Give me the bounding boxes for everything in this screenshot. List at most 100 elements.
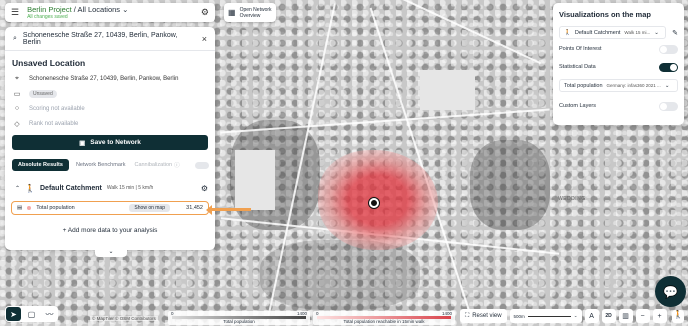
breadcrumb-project[interactable]: Berlin Project (27, 5, 72, 14)
show-on-map-button[interactable]: Show on map (129, 204, 170, 212)
rank-row: ◇ Rank not available (5, 116, 215, 131)
map-density-area (470, 140, 550, 230)
score-icon: ○ (14, 105, 20, 112)
search-bar: ⌕ Schonenesche Straße 27, 10439, Berlin,… (5, 27, 215, 51)
rank-text: Rank not available (29, 120, 79, 127)
breadcrumb-location[interactable]: All Locations (78, 5, 121, 14)
chevron-down-icon: ⌄ (664, 82, 670, 89)
tab-network-benchmark[interactable]: Network Benchmark (73, 159, 129, 171)
catchment-select-value: Default Catchment (574, 29, 621, 36)
statistic-select[interactable]: Total population Germany: infas360 2021 … (559, 79, 678, 92)
chevron-down-icon[interactable]: ⌄ (574, 313, 578, 319)
statistic-select-detail: Germany: infas360 2021 ... (606, 83, 661, 88)
catchment-select-detail: Walk 15 mi... (624, 30, 651, 35)
legend-total-population: 0 1400 Total population (168, 311, 310, 325)
catchment-gear-icon[interactable]: ⚙ (201, 184, 208, 193)
scoring-row: ○ Scoring not available (5, 101, 215, 116)
legend-label: Total population (223, 319, 255, 324)
population-label: Total population (36, 205, 75, 211)
tab-cannibalization[interactable]: Cannibalization ⓘ (132, 158, 181, 172)
address-text: Schonenesche Straße 27, 10439, Berlin, P… (29, 75, 179, 82)
statistic-select-value: Total population (564, 82, 603, 89)
custom-layers-toggle[interactable] (659, 101, 678, 111)
hamburger-icon[interactable]: ☰ (11, 7, 19, 18)
pin-icon: ⌖ (15, 74, 19, 82)
legend-min: 0 (171, 311, 174, 316)
grid-icon: ▦ (228, 7, 236, 17)
map-icon[interactable]: ▥ (618, 309, 633, 323)
location-title: Unsaved Location (12, 58, 86, 68)
location-marker[interactable] (369, 198, 379, 208)
zoom-out-button[interactable]: − (635, 309, 650, 323)
map-tools: ➤ ▢ 〰 (5, 306, 58, 322)
map-density-area (260, 240, 420, 310)
results-tabs: Absolute Results Network Benchmark Canni… (12, 158, 215, 172)
zoom-in-button[interactable]: + (652, 309, 667, 323)
search-icon: ⌕ (13, 34, 17, 42)
scale-line (527, 315, 571, 317)
add-data-button[interactable]: + Add more data to your analysis (5, 227, 215, 234)
poi-row: Points Of Interest (559, 41, 678, 57)
walk-icon: 🚶 (564, 29, 571, 36)
callout-arrow (209, 208, 251, 211)
rectangle-tool-icon[interactable]: ▢ (24, 307, 39, 321)
rank-icon: ◇ (14, 120, 20, 128)
close-icon[interactable]: × (202, 34, 207, 44)
save-label: Save to Network (90, 139, 141, 146)
table-icon: ▤ (17, 205, 23, 211)
population-row: ▤ Total population Show on map 31,452 (11, 201, 209, 215)
scoring-text: Scoring not available (29, 105, 85, 112)
pointer-tool-icon[interactable]: ➤ (6, 307, 21, 321)
save-icon: ▣ (79, 139, 86, 147)
legend-max: 1400 (441, 311, 452, 316)
park-area (235, 150, 275, 210)
status-row: ▭ Unsaved (5, 86, 215, 101)
tab-absolute-results[interactable]: Absolute Results (12, 159, 69, 171)
overview-line2: Overview (239, 12, 261, 19)
chart-tool-icon[interactable]: 〰 (42, 307, 57, 321)
save-to-network-button[interactable]: ▣ Save to Network (12, 135, 208, 150)
custom-layers-label: Custom Layers (559, 103, 596, 109)
save-status: All changes saved (27, 14, 68, 20)
location-panel: ⌕ Schonenesche Straße 27, 10439, Berlin,… (5, 27, 215, 250)
reset-label: Reset view (472, 313, 502, 319)
reset-view-button[interactable]: ⛶ Reset view (460, 309, 507, 323)
chevron-down-icon[interactable]: ⌄ (122, 5, 128, 14)
map-attribution: © MapTiler © OSM Contributors (90, 316, 158, 321)
walk-icon: 🚶 (25, 183, 35, 193)
statistical-data-toggle[interactable] (659, 62, 678, 72)
visualizations-title: Visualizations on the map (559, 10, 651, 19)
map-controls: ⛶ Reset view 500m ⌄ A 2D ▥ − + (460, 308, 688, 324)
pencil-icon[interactable]: ✎ (672, 29, 678, 37)
legend-min: 0 (316, 311, 319, 316)
project-breadcrumb[interactable]: Berlin Project / All Locations ⌄ (27, 5, 128, 14)
map-label-district: WEDDING (558, 196, 586, 202)
tab-cannibalization-label: Cannibalization (134, 162, 173, 168)
custom-layers-row: Custom Layers (559, 98, 678, 114)
chevron-down-icon: ⌄ (654, 29, 659, 36)
catchment-select[interactable]: 🚶 Default Catchment Walk 15 mi... ⌄ (559, 26, 667, 39)
population-value: 31,452 (186, 205, 203, 211)
search-input[interactable]: Schonenesche Straße 27, 10439, Berlin, P… (23, 32, 196, 46)
legend-max: 1400 (296, 311, 307, 316)
walk-icon[interactable]: 🚶 (672, 310, 684, 323)
panel-collapse-tab[interactable]: ⌄ (95, 249, 127, 257)
bookmark-icon: ▭ (13, 90, 21, 98)
gear-icon[interactable]: ⚙ (201, 7, 209, 18)
reset-icon: ⛶ (465, 312, 470, 319)
project-card: ☰ Berlin Project / All Locations ⌄ All c… (5, 3, 215, 22)
chat-icon[interactable]: 💬 (655, 276, 686, 307)
catchment-row: ⌃ 🚶 Default Catchment Walk 15 min | 5 km… (15, 182, 208, 194)
collapse-icon[interactable]: ⌃ (15, 185, 20, 192)
poi-toggle[interactable] (659, 44, 678, 54)
view-mode-button[interactable]: 2D (601, 309, 616, 323)
info-icon: ⓘ (174, 163, 180, 169)
legend-label: Total population reachable in 15min walk (343, 319, 425, 324)
open-network-overview-button[interactable]: ▦ Open Network Overview (224, 3, 276, 22)
visualizations-panel: Visualizations on the map 🚶 Default Catc… (553, 3, 684, 125)
text-icon[interactable]: A (584, 309, 599, 323)
statistical-data-label: Statistical Data (559, 64, 596, 70)
park-area (420, 70, 475, 110)
legend-reachable-population: 0 1400 Total population reachable in 15m… (313, 311, 455, 325)
cannibalization-toggle[interactable] (195, 161, 209, 169)
